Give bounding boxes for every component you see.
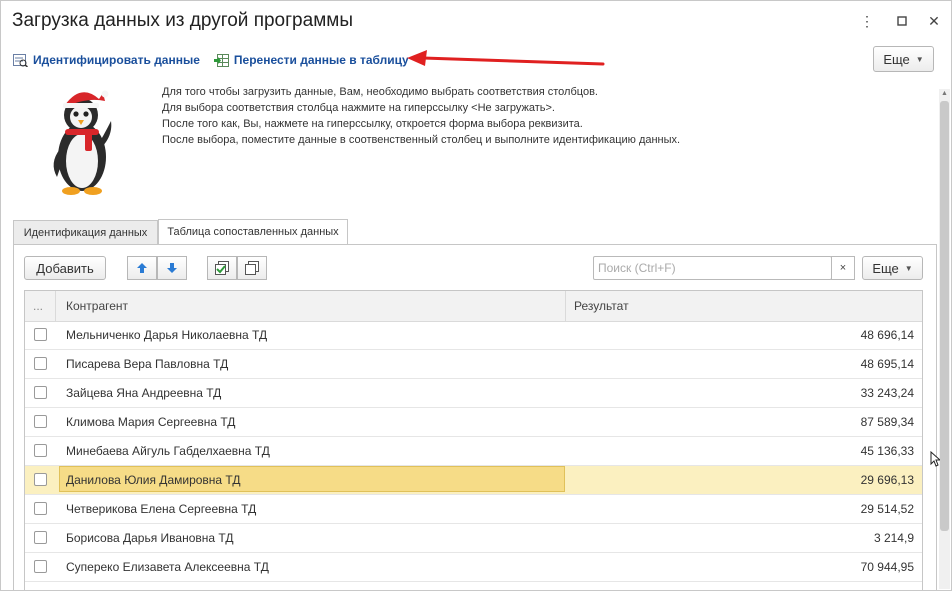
row-name: Мельниченко Дарья Николаевна ТД: [66, 328, 268, 342]
row-name: Климова Мария Сергеевна ТД: [66, 415, 236, 429]
table-row-selected[interactable]: Данилова Юлия Дамировна ТД 29 696,13: [25, 466, 922, 495]
uncheck-all-button[interactable]: [237, 256, 267, 280]
move-up-button[interactable]: [127, 256, 157, 280]
identify-data-command[interactable]: Идентифицировать данные: [13, 53, 200, 67]
mouse-cursor-icon: [930, 451, 940, 467]
row-name: Борисова Дарья Ивановна ТД: [66, 531, 234, 545]
transfer-data-label: Перенести данные в таблицу: [233, 53, 409, 67]
row-name: Зайцева Яна Андреевна ТД: [66, 386, 222, 400]
row-checkbox[interactable]: [34, 415, 47, 428]
table-row[interactable]: Писарева Вера Павловна ТД 48 695,14: [25, 350, 922, 379]
table-row[interactable]: Четверикова Елена Сергеевна ТД 29 514,52: [25, 495, 922, 524]
help-text: Для того чтобы загрузить данные, Вам, не…: [162, 84, 680, 148]
identify-icon: [13, 53, 28, 67]
transfer-data-command[interactable]: Перенести данные в таблицу: [213, 53, 409, 67]
help-line: Для выбора соответствия столбца нажмите …: [162, 102, 555, 114]
window-title: Загрузка данных из другой программы: [12, 10, 353, 31]
table-row[interactable]: Борисова Дарья Ивановна ТД 3 214,9: [25, 524, 922, 553]
move-down-button[interactable]: [157, 256, 187, 280]
table-row[interactable]: Зайцева Яна Андреевна ТД 33 243,24: [25, 379, 922, 408]
row-result: 29 514,52: [860, 502, 914, 516]
transfer-table-icon: [213, 53, 229, 67]
row-name: Писарева Вера Павловна ТД: [66, 357, 229, 371]
row-name: Суперeко Елизавета Алексеевна ТД: [66, 560, 269, 574]
table-row[interactable]: Суперeко Елизавета Алексеевна ТД 70 944,…: [25, 553, 922, 582]
table-row[interactable]: Климова Мария Сергеевна ТД 87 589,34: [25, 408, 922, 437]
penguin-mascot: [53, 90, 112, 195]
row-name: Минебаева Айгуль Габделхаевна ТД: [66, 444, 270, 458]
arrow-down-icon: [167, 263, 177, 273]
row-result: 48 695,14: [860, 357, 914, 371]
tab-identification[interactable]: Идентификация данных: [13, 220, 158, 244]
row-result: 3 214,9: [873, 531, 914, 545]
help-line: Для того чтобы загрузить данные, Вам, не…: [162, 86, 598, 98]
row-checkbox[interactable]: [34, 502, 47, 515]
row-checkbox[interactable]: [34, 328, 47, 341]
identify-data-label: Идентифицировать данные: [33, 53, 200, 67]
window-more-button[interactable]: Еще ▼: [873, 46, 934, 72]
row-checkbox[interactable]: [34, 560, 47, 573]
row-result: 29 696,13: [860, 473, 914, 487]
table-row[interactable]: Мельниченко Дарья Николаевна ТД 48 696,1…: [25, 321, 922, 350]
check-all-icon: [215, 261, 229, 275]
close-icon[interactable]: ✕: [926, 13, 942, 29]
column-header-marker[interactable]: ...: [33, 291, 43, 321]
arrow-up-icon: [137, 263, 147, 273]
table-header: ... Контрагент Результат: [25, 291, 922, 322]
row-checkbox[interactable]: [34, 531, 47, 544]
row-result: 48 696,14: [860, 328, 914, 342]
column-header-result[interactable]: Результат: [574, 291, 629, 321]
scrollbar-thumb[interactable]: [940, 101, 949, 531]
row-result: 70 944,95: [860, 560, 914, 574]
more-options-icon[interactable]: ⋮: [859, 13, 875, 29]
column-header-counterparty[interactable]: Контрагент: [66, 291, 128, 321]
data-table: ... Контрагент Результат Мельниченко Дар…: [24, 290, 923, 590]
window-more-label: Еще: [883, 51, 910, 67]
tab-matched-table[interactable]: Таблица сопоставленных данных: [158, 219, 348, 245]
row-result: 87 589,34: [860, 415, 914, 429]
scroll-up-icon[interactable]: ▲: [940, 89, 949, 99]
row-checkbox[interactable]: [34, 473, 47, 486]
table-row[interactable]: Минебаева Айгуль Габделхаевна ТД 45 136,…: [25, 437, 922, 466]
row-name: Данилова Юлия Дамировна ТД: [66, 473, 241, 487]
row-checkbox[interactable]: [34, 444, 47, 457]
table-more-button[interactable]: Еще ▼: [862, 256, 923, 280]
clear-search-button[interactable]: ×: [831, 256, 855, 280]
row-name: Четверикова Елена Сергеевна ТД: [66, 502, 257, 516]
annotation-arrow: [407, 50, 605, 66]
chevron-down-icon: ▼: [915, 54, 924, 64]
help-line: После выбора, поместите данные в соотвен…: [162, 134, 681, 146]
search-input[interactable]: Поиск (Ctrl+F): [593, 256, 832, 280]
maximize-icon[interactable]: [894, 13, 910, 29]
check-all-button[interactable]: [207, 256, 237, 280]
row-checkbox[interactable]: [34, 386, 47, 399]
row-checkbox[interactable]: [34, 357, 47, 370]
row-result: 45 136,33: [860, 444, 914, 458]
row-result: 33 243,24: [860, 386, 914, 400]
help-line: После того как, Вы, нажмете на гиперссыл…: [162, 118, 583, 130]
chevron-down-icon: ▼: [904, 263, 913, 273]
command-bar: Идентифицировать данные Перенести данные…: [13, 51, 423, 69]
dialog-window: Загрузка данных из другой программы ⋮ ✕ …: [0, 0, 952, 591]
uncheck-all-icon: [245, 261, 259, 275]
table-more-label: Еще: [872, 260, 899, 276]
add-button[interactable]: Добавить: [24, 256, 106, 280]
